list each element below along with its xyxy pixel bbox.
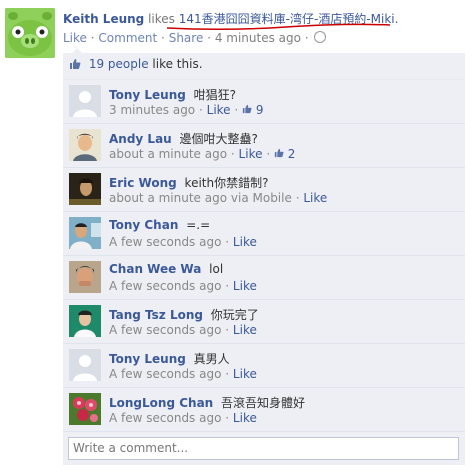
comment-time: A few seconds ago [109, 279, 222, 293]
comment-time: about a minute ago [109, 191, 228, 205]
separator: · [225, 235, 230, 249]
commenter-name[interactable]: Tony Leung [109, 352, 186, 366]
post-like-link[interactable]: Like [63, 31, 87, 45]
commenter-avatar[interactable] [69, 305, 101, 337]
person-photo-icon [69, 129, 101, 161]
commenter-avatar[interactable] [69, 393, 101, 425]
likes-suffix: like this. [152, 57, 203, 71]
comment-time: about a minute ago [109, 147, 228, 161]
comment-like-link[interactable]: Like [207, 103, 231, 117]
comment-like-link[interactable]: Like [303, 191, 327, 205]
comment-item: Tony Leung 咁猖狂? 3 minutes ago · Like · 9 [63, 80, 465, 124]
comment-text: 真男人 [193, 352, 230, 366]
comment-text: 邊個咁大整蠱? [179, 132, 258, 146]
comment-like-link[interactable]: Like [233, 411, 257, 425]
commenter-avatar[interactable] [69, 173, 101, 205]
post-timestamp: 4 minutes ago [214, 31, 301, 45]
comment-time: A few seconds ago [109, 411, 222, 425]
separator: · [225, 323, 230, 337]
comment-like-link[interactable]: Like [233, 367, 257, 381]
commenter-name[interactable]: Tony Chan [109, 218, 178, 232]
comment-text: 你玩完了 [210, 308, 259, 322]
comment-like-link[interactable]: Like [233, 279, 257, 293]
globe-icon [314, 31, 327, 43]
commenter-avatar[interactable] [69, 85, 101, 117]
commenter-name[interactable]: Eric Wong [109, 176, 177, 190]
comment-like-count[interactable]: 2 [274, 147, 295, 161]
comment-time: A few seconds ago [109, 323, 222, 337]
likers-link[interactable]: 19 people [89, 57, 149, 71]
comment-text: =.= [186, 218, 211, 232]
flowers-photo-icon [69, 393, 101, 425]
separator: · [90, 31, 95, 45]
comment-text: 吾滾吾知身體好 [221, 396, 306, 410]
likes-summary: 19 people like this. [63, 53, 465, 80]
comment-time: A few seconds ago [109, 367, 222, 381]
separator: · [304, 31, 309, 45]
comment-item: Eric Wong keith你禁錯制? about a minute ago … [63, 168, 465, 212]
like-count-value: 2 [287, 147, 296, 161]
comment-text: keith你禁錯制? [184, 176, 269, 190]
separator: · [198, 103, 203, 117]
person-photo-icon [69, 173, 101, 205]
person-photo-icon [69, 305, 101, 337]
comment-time: A few seconds ago [109, 235, 222, 249]
poster-avatar[interactable] [5, 8, 55, 58]
comment-like-link[interactable]: Like [239, 147, 263, 161]
separator: · [225, 367, 230, 381]
separator: · [266, 147, 271, 161]
commenter-avatar[interactable] [69, 129, 101, 161]
comment-item: Tony Chan =.= A few seconds ago · Like [63, 212, 465, 256]
post-actions: Like · Comment · Share · 4 minutes ago · [63, 31, 327, 45]
separator: · [207, 31, 211, 45]
thumbs-up-icon [69, 58, 81, 73]
separator: · [234, 103, 239, 117]
write-comment-row: Write a comment... [63, 432, 465, 465]
separator: · [225, 411, 230, 425]
comment-text: lol [209, 262, 224, 276]
panel-arrow [71, 48, 83, 54]
separator: · [161, 31, 165, 45]
comment-time: 3 minutes ago [109, 103, 196, 117]
comment-item: LongLong Chan 吾滾吾知身體好 A few seconds ago … [63, 388, 465, 432]
post-comment-link[interactable]: Comment [98, 31, 157, 45]
comment-like-link[interactable]: Like [233, 323, 257, 337]
comment-via: via Mobile [230, 191, 292, 205]
comment-item: Tony Leung 真男人 A few seconds ago · Like [63, 344, 465, 388]
commenter-avatar[interactable] [69, 349, 101, 381]
commenter-name[interactable]: Andy Lau [109, 132, 172, 146]
commenter-name[interactable]: Chan Wee Wa [109, 262, 201, 276]
commenter-name[interactable]: Tony Leung [109, 88, 186, 102]
pig-avatar-icon [5, 8, 55, 58]
commenter-avatar[interactable] [69, 217, 101, 249]
thumbs-up-icon [242, 103, 252, 117]
default-avatar-icon [69, 85, 101, 117]
comments-panel: 19 people like this. Tony Leung 咁猖狂? 3 m… [63, 48, 465, 465]
separator: · [230, 147, 235, 161]
thumbs-up-icon [274, 147, 284, 161]
comment-item: Tang Tsz Long 你玩完了 A few seconds ago · L… [63, 300, 465, 344]
red-annotation-underline [166, 23, 391, 31]
comment-text: 咁猖狂? [193, 88, 237, 102]
separator: · [225, 279, 230, 293]
comment-item: Chan Wee Wa lol A few seconds ago · Like [63, 256, 465, 300]
commenter-avatar[interactable] [69, 261, 101, 293]
comment-like-count[interactable]: 9 [242, 103, 264, 117]
write-comment-input[interactable]: Write a comment... [68, 437, 459, 460]
person-photo-icon [69, 261, 101, 293]
post-author-link[interactable]: Keith Leung [63, 12, 144, 26]
default-avatar-icon [69, 349, 101, 381]
commenter-name[interactable]: LongLong Chan [109, 396, 213, 410]
separator: · [295, 191, 300, 205]
comment-item: Andy Lau 邊個咁大整蠱? about a minute ago · Li… [63, 124, 465, 168]
commenter-name[interactable]: Tang Tsz Long [109, 308, 203, 322]
like-count-value: 9 [255, 103, 264, 117]
person-photo-icon [69, 217, 101, 249]
comment-like-link[interactable]: Like [233, 235, 257, 249]
post-share-link[interactable]: Share [169, 31, 204, 45]
